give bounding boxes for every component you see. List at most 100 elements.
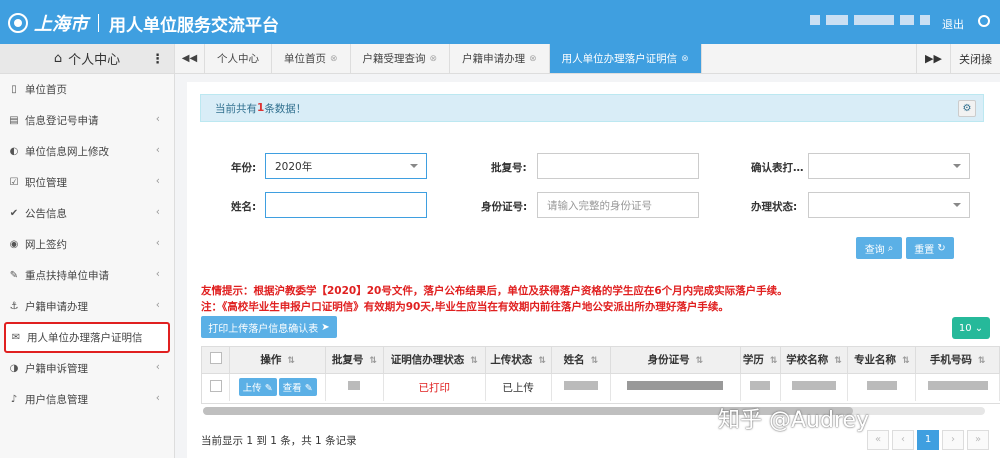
column-header[interactable]: 学历 ⇅ — [740, 347, 781, 374]
sort-icon: ⇅ — [369, 356, 377, 367]
phone-number-cell — [915, 373, 1000, 401]
reset-button[interactable]: 重置 ↻ — [906, 237, 954, 259]
notice-prefix: 当前共有 — [215, 102, 257, 115]
row-checkbox[interactable] — [202, 373, 231, 401]
sort-icon: ⇅ — [695, 356, 704, 367]
status-select[interactable] — [808, 192, 970, 218]
site-logo[interactable]: 上海市 用人单位服务交流平台 — [8, 10, 279, 36]
name-input[interactable] — [265, 192, 427, 218]
table-header-row: 操作 ⇅ 批复号 ⇅ 证明信办理状态 ⇅ 上传状态 ⇅ 姓名 ⇅ 身份证号 ⇅ 学历 ⇅ 学校… — [202, 347, 1000, 374]
status-label: 办理状态: — [751, 201, 798, 213]
sidebar-item-household-appeal[interactable]: ◑ 户籍申诉管理 ‹ — [0, 353, 174, 384]
column-header[interactable]: 手机号码 ⇅ — [915, 347, 1000, 374]
next-page-button[interactable]: › — [942, 430, 964, 450]
column-header[interactable]: 专业名称 ⇅ — [847, 347, 917, 374]
column-header[interactable]: 证明信办理状态 ⇅ — [383, 347, 486, 374]
results-table: 操作 ⇅ 批复号 ⇅ 证明信办理状态 ⇅ 上传状态 ⇅ 姓名 ⇅ 身份证号 ⇅ 学历 ⇅ 学校… — [201, 346, 1000, 404]
column-header[interactable]: 操作 ⇅ — [229, 347, 327, 374]
warning-line-1: 友情提示：根据沪教委学【2020】20号文件，落户公布结果后，单位及获得落户资格… — [201, 285, 788, 297]
confirm-print-select[interactable] — [808, 153, 970, 179]
sidebar-item-online-signing[interactable]: ◉ 网上签约 ‹ — [0, 229, 174, 260]
tab-scroll-right-button[interactable]: ▶▶ — [916, 44, 950, 73]
column-header[interactable]: 批复号 ⇅ — [325, 347, 384, 374]
chevron-left-icon: ‹ — [155, 113, 160, 125]
tab-household-query[interactable]: 户籍受理查询 ⊗ — [351, 44, 451, 73]
row-actions: 上传 ✎ 查看 ✎ — [229, 373, 327, 401]
tab-label: 个人中心 — [217, 53, 259, 65]
column-header[interactable]: 身份证号 ⇅ — [610, 347, 741, 374]
sidebar-item-label: 网上签约 — [25, 239, 67, 251]
approval-number-cell — [325, 373, 384, 401]
sidebar-item-label: 职位管理 — [25, 177, 67, 189]
record-count-notice: 当前共有 1 条数据！ ⚙ — [200, 94, 984, 122]
eye-icon: ◉ — [9, 239, 19, 250]
power-icon[interactable] — [978, 15, 990, 27]
sidebar-item-user-info[interactable]: ♪ 用户信息管理 ‹ — [0, 384, 174, 415]
column-header[interactable]: 上传状态 ⇅ — [485, 347, 552, 374]
tab-scroll-left-button[interactable]: ◀◀ — [175, 44, 205, 73]
close-icon[interactable]: ⊗ — [681, 54, 689, 64]
sidebar-item-unit-info-edit[interactable]: ◐ 单位信息网上修改 ‹ — [0, 136, 174, 167]
prev-page-button[interactable]: ‹ — [892, 430, 914, 450]
sidebar-item-key-support-apply[interactable]: ✎ 重点扶持单位申请 ‹ — [0, 260, 174, 291]
sidebar-menu-icon[interactable]: ⋮ — [151, 52, 164, 67]
view-button[interactable]: 查看 ✎ — [278, 378, 317, 397]
chevron-left-icon: ‹ — [155, 299, 160, 311]
sidebar-item-label: 用户信息管理 — [25, 394, 88, 406]
chevron-left-icon: ‹ — [155, 206, 160, 218]
year-select[interactable]: 2020年 — [265, 153, 427, 179]
edit-icon: ✎ — [264, 383, 273, 395]
sidebar-item-label: 户籍申诉管理 — [25, 363, 88, 375]
sort-icon: ⇅ — [902, 356, 910, 367]
sidebar-item-unit-home[interactable]: ▯ 单位首页 — [0, 74, 174, 105]
warning-line-2: 注：《高校毕业生申报户口证明信》有效期为90天,毕业生应当在有效期内前往落户地公… — [201, 301, 729, 313]
query-label: 查询 — [864, 244, 885, 256]
anchor-icon: ⚓ — [9, 301, 19, 312]
sort-icon: ⇅ — [538, 356, 546, 367]
page-size-value: 10 — [958, 322, 972, 334]
tab-unit-home[interactable]: 单位首页 ⊗ — [272, 44, 351, 73]
sidebar-item-announcements[interactable]: ✔ 公告信息 ‹ — [0, 198, 174, 229]
print-confirm-form-button[interactable]: 打印上传落户信息确认表 ➤ — [201, 316, 337, 338]
tab-household-apply[interactable]: 户籍申请办理 ⊗ — [450, 44, 550, 73]
query-button[interactable]: 查询 ⌕ — [856, 237, 902, 259]
select-all-checkbox[interactable] — [202, 347, 231, 374]
chevron-left-icon: ‹ — [155, 175, 160, 187]
sort-icon: ⇅ — [834, 356, 842, 367]
sidebar-item-label: 单位首页 — [25, 84, 67, 96]
tab-personal-center[interactable]: 个人中心 — [205, 44, 272, 73]
sidebar-item-settlement-letter[interactable]: ✉ 用人单位办理落户证明信 — [4, 322, 170, 353]
sidebar-item-household-apply[interactable]: ⚓ 户籍申请办理 ‹ — [0, 291, 174, 322]
column-header[interactable]: 学校名称 ⇅ — [780, 347, 849, 374]
gear-icon[interactable]: ⚙ — [958, 100, 976, 117]
approval-number-input[interactable] — [537, 153, 699, 179]
city-emblem-icon — [8, 13, 28, 33]
sidebar-item-position-management[interactable]: ☑ 职位管理 ‹ — [0, 167, 174, 198]
close-operations-button[interactable]: 关闭操 — [950, 44, 1000, 73]
close-icon[interactable]: ⊗ — [430, 54, 438, 64]
tab-settlement-letter[interactable]: 用人单位办理落户证明信 ⊗ — [549, 44, 702, 73]
chevron-down-icon — [953, 203, 961, 207]
id-number-input[interactable]: 请输入完整的身份证号 — [537, 192, 699, 218]
tab-bar: ◀◀ 个人中心 单位首页 ⊗ 户籍受理查询 ⊗ 户籍申请办理 ⊗ 用人单位办理落户证明… — [175, 44, 1000, 74]
page-size-dropdown[interactable]: 10 ⌄ — [952, 317, 990, 339]
file-icon: ▤ — [9, 115, 19, 126]
upload-button[interactable]: 上传 ✎ — [238, 378, 277, 397]
column-header[interactable]: 姓名 ⇅ — [551, 347, 612, 374]
logout-link[interactable]: 退出 — [942, 16, 964, 32]
sidebar-item-registration-apply[interactable]: ▤ 信息登记号申请 ‹ — [0, 105, 174, 136]
redacted-user-info — [810, 15, 930, 25]
sidebar-title: 个人中心 — [68, 53, 121, 68]
table-row: 上传 ✎ 查看 ✎ 已打印 已上传 — [202, 373, 1000, 401]
name-label: 姓名: — [231, 201, 257, 213]
pagination-summary: 当前显示 1 到 1 条，共 1 条记录 — [201, 435, 357, 447]
search-icon: ⌕ — [887, 242, 894, 254]
major-name-cell — [847, 373, 917, 401]
school-name-cell — [780, 373, 849, 401]
last-page-button[interactable]: » — [967, 430, 989, 450]
page-1-button[interactable]: 1 — [917, 430, 939, 450]
city-logo-text: 上海市 — [34, 14, 88, 35]
close-icon[interactable]: ⊗ — [330, 54, 338, 64]
close-icon[interactable]: ⊗ — [529, 54, 537, 64]
first-page-button[interactable]: « — [867, 430, 889, 450]
